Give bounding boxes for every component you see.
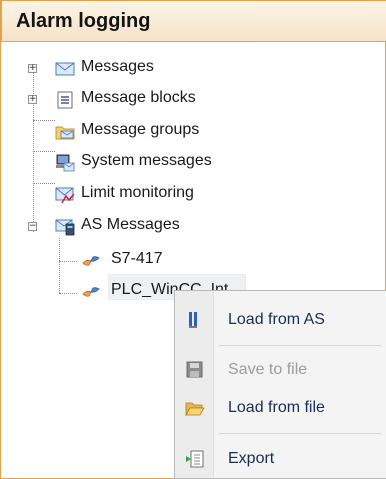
tree-item-limit-monitoring[interactable]: Limit monitoring <box>1 182 386 210</box>
envelope-icon <box>55 62 75 76</box>
tree-item-as-messages[interactable]: − AS Messages <box>1 214 386 242</box>
tree-item-label: Limit monitoring <box>81 184 194 201</box>
menu-item-label: Load from file <box>228 399 325 416</box>
tree-item-label: S7-417 <box>111 250 163 267</box>
menu-item-label: Load from AS <box>228 311 325 328</box>
menu-separator <box>219 345 381 346</box>
tree-item-message-groups[interactable]: Message groups <box>1 119 386 147</box>
panel-header: Alarm logging <box>1 0 386 42</box>
menu-item-load-from-file[interactable]: Load from file <box>175 391 386 425</box>
export-icon <box>186 450 204 468</box>
plc-envelope-icon <box>55 219 75 236</box>
tree-item-system-messages[interactable]: System messages <box>1 150 386 178</box>
tree-item-label: Messages <box>81 58 154 75</box>
tree-item-label: Message groups <box>81 121 200 138</box>
menu-item-save-to-file[interactable]: Save to file <box>175 353 386 387</box>
folder-envelope-icon <box>55 126 75 140</box>
expand-icon[interactable]: + <box>28 95 37 104</box>
load-from-as-icon <box>189 312 197 328</box>
menu-item-export[interactable]: Export <box>175 442 386 476</box>
tree-item-label: System messages <box>81 152 212 169</box>
tree-item-label: Message blocks <box>81 89 196 106</box>
open-folder-icon <box>185 402 205 417</box>
computer-envelope-icon <box>56 154 75 172</box>
connection-icon <box>82 256 100 266</box>
tree-item-s7-417[interactable]: S7-417 <box>1 248 386 276</box>
alarm-logging-panel: Alarm logging + Messages + Message block… <box>0 0 386 479</box>
tree-item-message-blocks[interactable]: + Message blocks <box>1 87 386 115</box>
menu-item-label: Export <box>228 450 275 467</box>
menu-item-load-from-as[interactable]: Load from AS <box>175 303 386 337</box>
tree-item-messages[interactable]: + Messages <box>1 56 386 84</box>
expand-icon[interactable]: + <box>28 64 37 73</box>
tree-item-label: AS Messages <box>81 216 180 233</box>
document-list-icon <box>57 91 73 109</box>
menu-separator <box>219 433 381 434</box>
menu-item-label: Save to file <box>228 361 308 378</box>
context-menu: Load from AS Save to file Load from file <box>174 290 386 479</box>
connection-icon <box>82 287 100 297</box>
envelope-chart-icon <box>55 187 75 204</box>
floppy-disk-icon <box>186 361 203 378</box>
collapse-icon[interactable]: − <box>28 222 37 231</box>
panel-title: Alarm logging <box>16 10 151 32</box>
